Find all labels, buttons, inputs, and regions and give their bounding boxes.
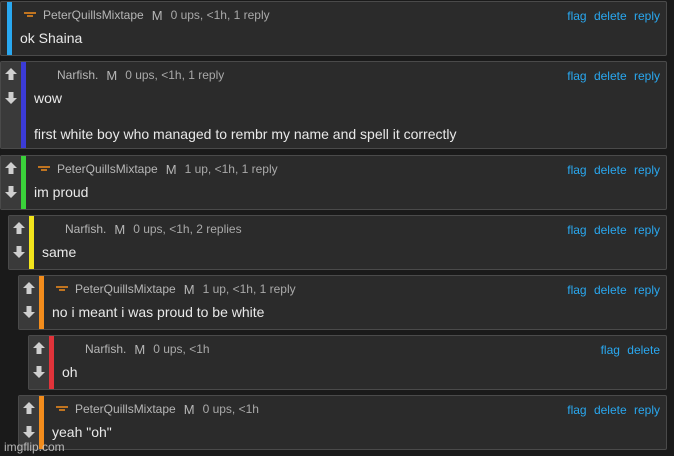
- meme-avatar-icon[interactable]: [34, 161, 54, 177]
- comment-meta: 0 ups, <1h, 1 reply: [125, 68, 225, 82]
- comment-actions: flag delete reply: [563, 403, 660, 417]
- reply-link[interactable]: reply: [634, 69, 660, 83]
- comment-meta: 1 up, <1h, 1 reply: [202, 282, 296, 296]
- reply-link[interactable]: reply: [634, 403, 660, 417]
- comment-body: Narfish. M 0 ups, <1h, 1 reply flag dele…: [26, 62, 666, 148]
- meme-avatar-icon[interactable]: [52, 401, 72, 417]
- comment-actions: flag delete reply: [563, 223, 660, 237]
- comment-5: PeterQuillsMixtape M 1 up, <1h, 1 reply …: [18, 275, 667, 330]
- upvote-arrow-icon[interactable]: [9, 216, 29, 240]
- comment-1: PeterQuillsMixtape M 0 ups, <1h, 1 reply…: [0, 1, 667, 56]
- flag-link[interactable]: flag: [567, 403, 586, 417]
- comment-meta: 0 ups, <1h, 2 replies: [133, 222, 242, 236]
- comment-meta: 0 ups, <1h: [153, 342, 210, 356]
- gender-badge: M: [114, 221, 126, 237]
- comment-author[interactable]: PeterQuillsMixtape: [43, 8, 144, 22]
- comment-body: PeterQuillsMixtape M 1 up, <1h, 1 reply …: [26, 156, 666, 209]
- gender-badge: M: [134, 341, 146, 357]
- delete-link[interactable]: delete: [594, 163, 627, 177]
- vote-controls: [19, 276, 39, 329]
- comment-actions: flag delete reply: [563, 283, 660, 297]
- upvote-arrow-icon[interactable]: [1, 156, 21, 180]
- meme-avatar-icon[interactable]: [20, 7, 40, 23]
- downvote-arrow-icon[interactable]: [29, 360, 49, 384]
- comment-body: Narfish. M 0 ups, <1h flag delete oh: [54, 336, 666, 389]
- delete-link[interactable]: delete: [594, 69, 627, 83]
- reply-link[interactable]: reply: [634, 223, 660, 237]
- comment-body: PeterQuillsMixtape M 0 ups, <1h, 1 reply…: [12, 2, 666, 55]
- comment-4: Narfish. M 0 ups, <1h, 2 replies flag de…: [8, 215, 667, 270]
- gender-badge: M: [106, 67, 118, 83]
- delete-link[interactable]: delete: [594, 283, 627, 297]
- comment-author[interactable]: Narfish.: [57, 68, 98, 82]
- comment-actions: flag delete reply: [563, 9, 660, 23]
- downvote-arrow-icon[interactable]: [19, 300, 39, 324]
- avatar-placeholder: [42, 221, 62, 237]
- upvote-arrow-icon[interactable]: [19, 396, 39, 420]
- vote-controls: [29, 336, 49, 389]
- comment-meta: 0 ups, <1h, 1 reply: [170, 8, 270, 22]
- comment-text: wow first white boy who managed to rembr…: [34, 90, 457, 142]
- comment-header: Narfish. M 0 ups, <1h: [62, 336, 660, 362]
- delete-link[interactable]: delete: [594, 223, 627, 237]
- comment-body: PeterQuillsMixtape M 1 up, <1h, 1 reply …: [44, 276, 666, 329]
- comment-text: same: [42, 244, 77, 260]
- comment-text: no i meant i was proud to be white: [52, 304, 265, 320]
- comment-author[interactable]: Narfish.: [65, 222, 106, 236]
- avatar-placeholder: [34, 67, 54, 83]
- meme-avatar-icon[interactable]: [52, 281, 72, 297]
- comment-body: Narfish. M 0 ups, <1h, 2 replies flag de…: [34, 216, 666, 269]
- comment-text: im proud: [34, 184, 89, 200]
- delete-link[interactable]: delete: [627, 343, 660, 357]
- gender-badge: M: [151, 7, 163, 23]
- flag-link[interactable]: flag: [601, 343, 620, 357]
- reply-link[interactable]: reply: [634, 9, 660, 23]
- vote-controls: [9, 216, 29, 269]
- reply-link[interactable]: reply: [634, 163, 660, 177]
- delete-link[interactable]: delete: [594, 403, 627, 417]
- flag-link[interactable]: flag: [567, 9, 586, 23]
- comment-7: PeterQuillsMixtape M 0 ups, <1h flag del…: [18, 395, 667, 450]
- comment-author[interactable]: PeterQuillsMixtape: [75, 402, 176, 416]
- comment-author[interactable]: Narfish.: [85, 342, 126, 356]
- downvote-arrow-icon[interactable]: [1, 86, 21, 110]
- comment-text: ok Shaina: [20, 30, 83, 46]
- flag-link[interactable]: flag: [567, 283, 586, 297]
- comment-text: oh: [62, 364, 78, 380]
- flag-link[interactable]: flag: [567, 223, 586, 237]
- reply-link[interactable]: reply: [634, 283, 660, 297]
- comment-actions: flag delete: [597, 343, 660, 357]
- upvote-arrow-icon[interactable]: [19, 276, 39, 300]
- upvote-arrow-icon[interactable]: [1, 62, 21, 86]
- comment-text: yeah "oh": [52, 424, 112, 440]
- flag-link[interactable]: flag: [567, 69, 586, 83]
- comment-meta: 1 up, <1h, 1 reply: [184, 162, 278, 176]
- downvote-arrow-icon[interactable]: [1, 180, 21, 204]
- downvote-arrow-icon[interactable]: [9, 240, 29, 264]
- comment-actions: flag delete reply: [563, 163, 660, 177]
- comment-author[interactable]: PeterQuillsMixtape: [75, 282, 176, 296]
- comment-author[interactable]: PeterQuillsMixtape: [57, 162, 158, 176]
- delete-link[interactable]: delete: [594, 9, 627, 23]
- flag-link[interactable]: flag: [567, 163, 586, 177]
- gender-badge: M: [165, 161, 177, 177]
- gender-badge: M: [183, 281, 195, 297]
- vote-controls: [1, 62, 21, 148]
- gender-badge: M: [183, 401, 195, 417]
- comment-3: PeterQuillsMixtape M 1 up, <1h, 1 reply …: [0, 155, 667, 210]
- comment-body: PeterQuillsMixtape M 0 ups, <1h flag del…: [44, 396, 666, 449]
- avatar-placeholder: [62, 341, 82, 357]
- imgflip-watermark: imgflip.com: [4, 440, 65, 454]
- comment-meta: 0 ups, <1h: [202, 402, 259, 416]
- comment-6: Narfish. M 0 ups, <1h flag delete oh: [28, 335, 667, 390]
- comment-actions: flag delete reply: [563, 69, 660, 83]
- vote-controls: [1, 156, 21, 209]
- upvote-arrow-icon[interactable]: [29, 336, 49, 360]
- comment-2: Narfish. M 0 ups, <1h, 1 reply flag dele…: [0, 61, 667, 149]
